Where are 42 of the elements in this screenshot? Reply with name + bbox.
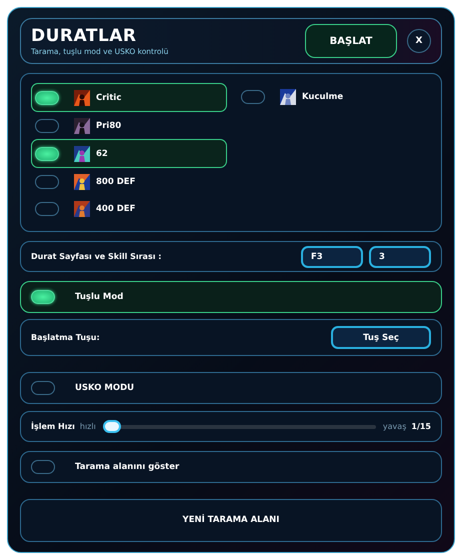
slow-label: yavaş: [382, 422, 406, 431]
skill-label: 62: [96, 148, 108, 158]
speed-slider[interactable]: [102, 420, 376, 433]
skill-order-field[interactable]: 3: [369, 246, 431, 268]
window-title: DURATLAR: [31, 26, 138, 46]
close-button[interactable]: X: [407, 29, 431, 53]
skill-row[interactable]: 400 DEF: [31, 195, 227, 222]
skill-row[interactable]: 800 DEF: [31, 168, 227, 195]
show-area-label: Tarama alanını göster: [75, 462, 180, 472]
toggle[interactable]: [31, 290, 55, 304]
skill-row[interactable]: 62: [31, 139, 227, 168]
page-field[interactable]: F3: [301, 246, 363, 268]
skill-row[interactable]: Pri80: [31, 112, 227, 139]
select-key-button[interactable]: Tuş Seç: [331, 326, 431, 350]
toggle[interactable]: [35, 146, 59, 160]
durat-page-label: Durat Sayfası ve Skill Sırası :: [31, 252, 162, 262]
skill-row[interactable]: Kuculme: [237, 83, 427, 110]
skill-label: 400 DEF: [96, 204, 136, 214]
skill-label: Kuculme: [302, 92, 344, 102]
fast-label: hızlı: [80, 422, 96, 431]
toggle[interactable]: [241, 90, 265, 104]
skill-label: Critic: [96, 92, 122, 102]
new-area-button[interactable]: YENİ TARAMA ALANI: [20, 498, 442, 542]
toggle[interactable]: [31, 460, 55, 474]
slider-thumb[interactable]: [102, 420, 121, 433]
key-mode-label: Tuşlu Mod: [75, 292, 124, 302]
skill-label: Pri80: [96, 120, 122, 130]
speed-label: İşlem Hızı: [31, 422, 75, 431]
start-key-label: Başlatma Tuşu:: [31, 333, 100, 342]
toggle[interactable]: [35, 202, 59, 216]
skill-label: 800 DEF: [96, 176, 136, 186]
toggle[interactable]: [35, 174, 59, 188]
toggle[interactable]: [35, 90, 59, 104]
skill-row[interactable]: Critic: [31, 83, 227, 112]
usko-mode-row[interactable]: USKO MODU: [20, 372, 442, 404]
key-mode-row[interactable]: Tuşlu Mod: [20, 281, 442, 314]
toggle[interactable]: [35, 118, 59, 132]
usko-mode-label: USKO MODU: [75, 383, 134, 394]
show-area-row[interactable]: Tarama alanını göster: [20, 450, 442, 483]
toggle[interactable]: [31, 381, 55, 396]
speed-reading: 1/15: [411, 422, 431, 431]
start-button[interactable]: BAŞLAT: [305, 24, 397, 58]
